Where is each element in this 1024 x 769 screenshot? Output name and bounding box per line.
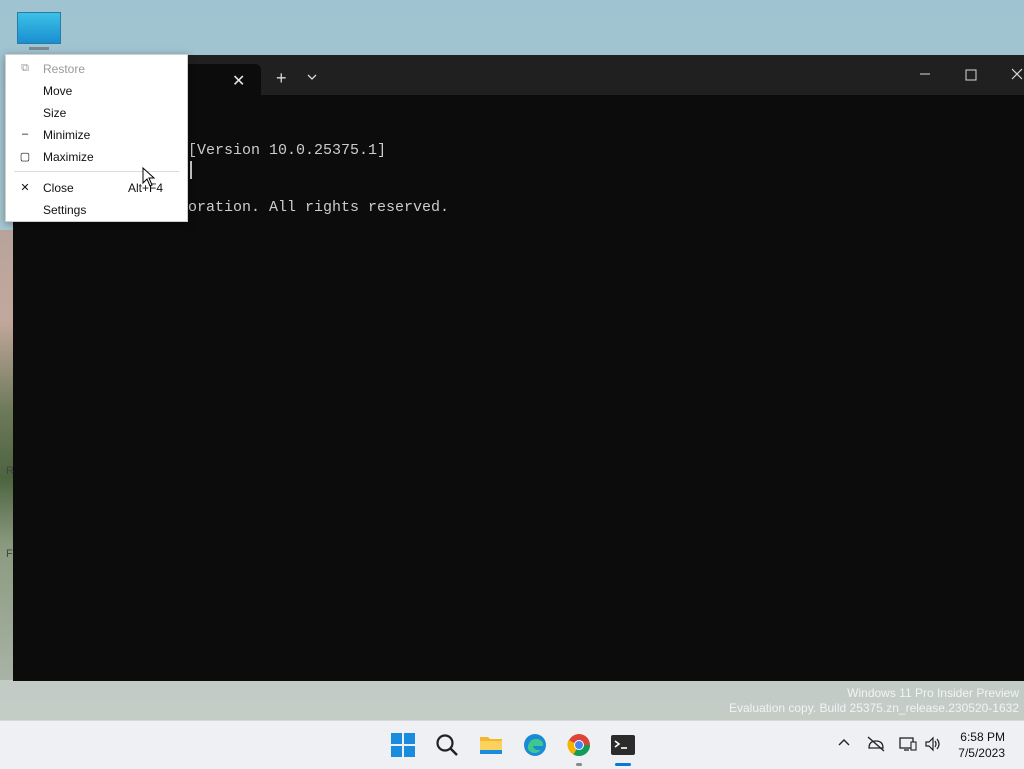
menu-item-maximize[interactable]: ▢ Maximize — [6, 146, 187, 168]
menu-item-size[interactable]: Size — [6, 102, 187, 124]
menu-item-label: Size — [43, 106, 67, 120]
file-explorer-icon[interactable] — [478, 732, 504, 758]
minimize-icon: – — [21, 128, 29, 140]
taskbar: 6:58 PM 7/5/2023 — [0, 720, 1024, 769]
close-icon[interactable]: ✕ — [232, 71, 245, 91]
network-off-icon[interactable] — [866, 736, 886, 755]
desktop-label-fragment: F — [6, 548, 13, 560]
maximize-icon[interactable] — [965, 68, 977, 86]
restore-icon: ⧉ — [21, 62, 29, 74]
chevron-down-icon[interactable] — [307, 69, 317, 87]
menu-item-minimize[interactable]: – Minimize — [6, 124, 187, 146]
mouse-pointer-icon — [142, 166, 156, 192]
system-menu: ⧉ Restore Move Size – Minimize ▢ Maximiz… — [5, 54, 188, 222]
menu-item-label: Close — [43, 181, 74, 195]
watermark-line: Windows 11 Pro Insider Preview — [847, 686, 1019, 700]
search-icon[interactable] — [434, 732, 460, 758]
menu-item-restore: ⧉ Restore — [6, 58, 187, 80]
plus-icon[interactable]: + — [276, 68, 287, 89]
chrome-icon[interactable] — [566, 732, 592, 758]
menu-item-move[interactable]: Move — [6, 80, 187, 102]
clock-time: 6:58 PM — [960, 730, 1005, 744]
display-icon[interactable] — [899, 736, 917, 755]
evaluation-watermark: Windows 11 Pro Insider Preview Evaluatio… — [729, 686, 1019, 716]
clock[interactable]: 6:58 PM 7/5/2023 — [958, 729, 1005, 761]
menu-item-label: Minimize — [43, 128, 91, 142]
text-cursor — [190, 161, 192, 179]
menu-item-label: Move — [43, 84, 73, 98]
volume-icon[interactable] — [924, 736, 942, 755]
menu-item-label: Restore — [43, 62, 86, 76]
close-icon: ✕ — [20, 182, 30, 194]
watermark-line: Evaluation copy. Build 25375.zn_release.… — [729, 701, 1019, 715]
chevron-up-icon[interactable] — [837, 736, 851, 753]
maximize-icon: ▢ — [19, 151, 31, 163]
minimize-icon[interactable] — [919, 67, 931, 85]
terminal-icon[interactable] — [610, 732, 636, 758]
clock-date: 7/5/2023 — [958, 746, 1005, 760]
start-icon[interactable] — [390, 732, 416, 758]
close-icon[interactable] — [1011, 67, 1023, 85]
active-indicator — [615, 763, 631, 766]
edge-icon[interactable] — [522, 732, 548, 758]
menu-item-label: Maximize — [43, 150, 94, 164]
running-indicator — [576, 763, 582, 766]
this-pc-icon[interactable] — [17, 12, 61, 52]
menu-item-settings[interactable]: Settings — [6, 199, 187, 221]
menu-item-label: Settings — [43, 203, 87, 217]
menu-item-close[interactable]: ✕ Close Alt+F4 — [6, 177, 187, 199]
wallpaper-strip — [0, 230, 14, 680]
